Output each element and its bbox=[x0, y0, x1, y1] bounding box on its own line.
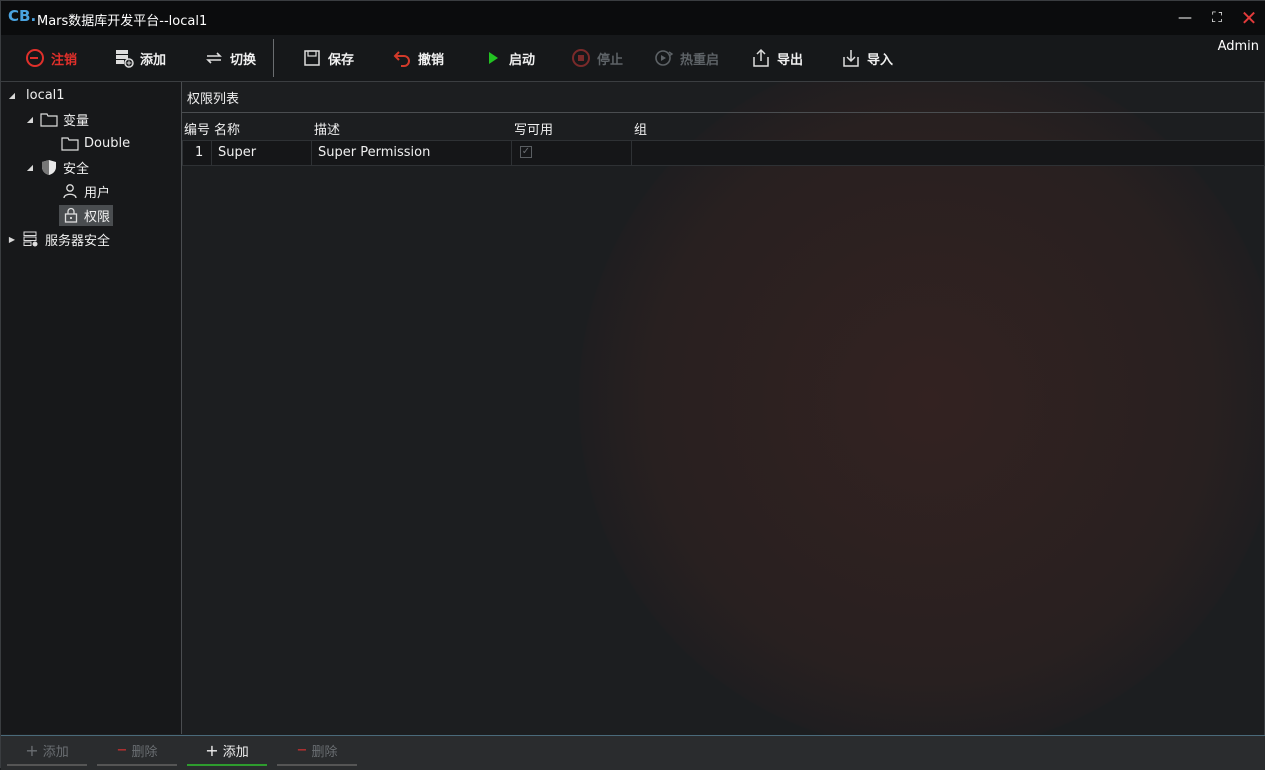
plus-icon: + bbox=[205, 740, 219, 760]
tree-node-label: 安全 bbox=[63, 161, 90, 177]
export-label: 导出 bbox=[777, 52, 804, 68]
folder-icon bbox=[61, 134, 79, 152]
column-header-description[interactable]: 描述 bbox=[314, 119, 340, 138]
cell-divider bbox=[211, 141, 212, 165]
folder-icon bbox=[40, 110, 58, 128]
cell-divider bbox=[511, 141, 512, 165]
table-row[interactable]: 1 Super Super Permission ✓ bbox=[182, 140, 1265, 166]
column-header-writable[interactable]: 写可用 bbox=[514, 119, 553, 138]
logout-label: 注销 bbox=[51, 52, 78, 68]
add-label: 添加 bbox=[140, 52, 167, 68]
undo-icon bbox=[392, 48, 412, 68]
tree-node-label: Double bbox=[84, 135, 131, 151]
revoke-button[interactable]: 撤销 bbox=[392, 35, 444, 81]
cell-divider bbox=[631, 141, 632, 165]
bottom-action-bar: + 添加 − 删除 + 添加 − 删除 bbox=[1, 735, 1265, 770]
lock-icon bbox=[62, 206, 80, 224]
switch-label: 切换 bbox=[230, 52, 257, 68]
server-security-icon bbox=[22, 230, 40, 248]
tree-node-variables[interactable]: ◢ 变量 bbox=[25, 108, 89, 130]
restart-icon bbox=[654, 48, 674, 68]
save-icon bbox=[302, 48, 322, 68]
app-window: CB. Mars数据库开发平台--local1 — ⛶ ✕ 注销 添加 切换 保… bbox=[0, 0, 1265, 770]
switch-button[interactable]: 切换 bbox=[204, 35, 256, 81]
tree-node-label: 权限 bbox=[84, 209, 111, 225]
permission-add-button[interactable]: + 添加 bbox=[187, 736, 267, 766]
cell-id: 1 bbox=[195, 145, 204, 160]
minimize-button[interactable]: — bbox=[1174, 7, 1196, 29]
tree-node-label: local1 bbox=[26, 87, 65, 103]
permission-delete-button[interactable]: − 删除 bbox=[277, 736, 357, 766]
tree-node-label: 服务器安全 bbox=[45, 233, 111, 249]
export-button[interactable]: 导出 bbox=[751, 35, 803, 81]
logout-icon bbox=[25, 48, 45, 68]
stop-label: 停止 bbox=[597, 52, 624, 68]
cell-description[interactable]: Super Permission bbox=[318, 141, 430, 165]
toolbar-separator bbox=[273, 39, 274, 77]
tree-add-button[interactable]: + 添加 bbox=[7, 736, 87, 766]
import-label: 导入 bbox=[867, 52, 894, 68]
collapse-arrow-icon[interactable]: ◢ bbox=[25, 163, 35, 172]
switch-icon bbox=[204, 48, 224, 68]
import-icon bbox=[841, 48, 861, 68]
main-panel: 权限列表 编号 名称 描述 写可用 组 1 Super Super Permis… bbox=[182, 82, 1265, 734]
cell-divider bbox=[311, 141, 312, 165]
tree-node-server-security[interactable]: ▶ 服务器安全 bbox=[7, 228, 110, 250]
stop-button[interactable]: 停止 bbox=[571, 35, 623, 81]
window-title: Mars数据库开发平台--local1 bbox=[37, 14, 208, 29]
section-title: 权限列表 bbox=[182, 82, 1265, 113]
tree-node-users[interactable]: 用户 bbox=[61, 180, 110, 202]
stop-icon bbox=[571, 48, 591, 68]
tree-node-label: 变量 bbox=[63, 113, 90, 129]
hot-restart-button[interactable]: 热重启 bbox=[654, 35, 719, 81]
column-header-name[interactable]: 名称 bbox=[214, 119, 240, 138]
collapse-arrow-icon[interactable]: ◢ bbox=[25, 115, 35, 124]
tree-delete-button[interactable]: − 删除 bbox=[97, 736, 177, 766]
writable-checkbox[interactable]: ✓ bbox=[520, 146, 532, 158]
tree-delete-label: 删除 bbox=[131, 744, 158, 760]
export-icon bbox=[751, 48, 771, 68]
selection-highlight: 权限 bbox=[59, 204, 114, 226]
save-button[interactable]: 保存 bbox=[302, 35, 354, 81]
permission-add-label: 添加 bbox=[222, 744, 249, 760]
maximize-button[interactable]: ⛶ bbox=[1206, 7, 1228, 29]
permission-delete-label: 删除 bbox=[311, 744, 338, 760]
revoke-label: 撤销 bbox=[418, 52, 445, 68]
close-button[interactable]: ✕ bbox=[1238, 7, 1260, 29]
start-button[interactable]: 启动 bbox=[483, 35, 535, 81]
toolbar: 注销 添加 切换 保存 撤销 启动 停止 热重启 导出 导入 Admin bbox=[1, 35, 1265, 82]
column-header-group[interactable]: 组 bbox=[634, 119, 647, 138]
add-database-button[interactable]: 添加 bbox=[114, 35, 166, 81]
plus-icon: + bbox=[25, 740, 39, 760]
import-button[interactable]: 导入 bbox=[841, 35, 893, 81]
collapse-arrow-icon[interactable]: ◢ bbox=[7, 91, 17, 100]
tree-node-local1[interactable]: ◢ local1 bbox=[7, 84, 65, 106]
tree-node-permissions[interactable]: 权限 bbox=[59, 204, 114, 226]
app-logo: CB. bbox=[8, 7, 37, 25]
add-database-icon bbox=[114, 48, 134, 68]
expand-arrow-icon[interactable]: ▶ bbox=[7, 235, 17, 244]
shield-icon bbox=[40, 158, 58, 176]
navigation-tree: ◢ local1 ◢ 变量 Double ◢ 安全 用户 权限 ▶ 服务器安全 bbox=[1, 82, 182, 734]
minus-icon: − bbox=[296, 742, 308, 758]
play-icon bbox=[483, 48, 503, 68]
minus-icon: − bbox=[116, 742, 128, 758]
save-label: 保存 bbox=[328, 52, 355, 68]
column-header-id[interactable]: 编号 bbox=[184, 119, 210, 138]
start-label: 启动 bbox=[509, 52, 536, 68]
tree-node-security[interactable]: ◢ 安全 bbox=[25, 156, 89, 178]
user-icon bbox=[61, 182, 79, 200]
title-bar: CB. Mars数据库开发平台--local1 — ⛶ ✕ bbox=[1, 1, 1265, 35]
tree-add-label: 添加 bbox=[42, 744, 69, 760]
logout-button[interactable]: 注销 bbox=[25, 35, 77, 81]
table-header: 编号 名称 描述 写可用 组 bbox=[182, 116, 1265, 138]
cell-name[interactable]: Super bbox=[218, 141, 256, 165]
hot-restart-label: 热重启 bbox=[680, 52, 720, 68]
current-user-label: Admin bbox=[1217, 39, 1259, 54]
tree-node-double[interactable]: Double bbox=[61, 132, 130, 154]
tree-node-label: 用户 bbox=[84, 185, 111, 201]
